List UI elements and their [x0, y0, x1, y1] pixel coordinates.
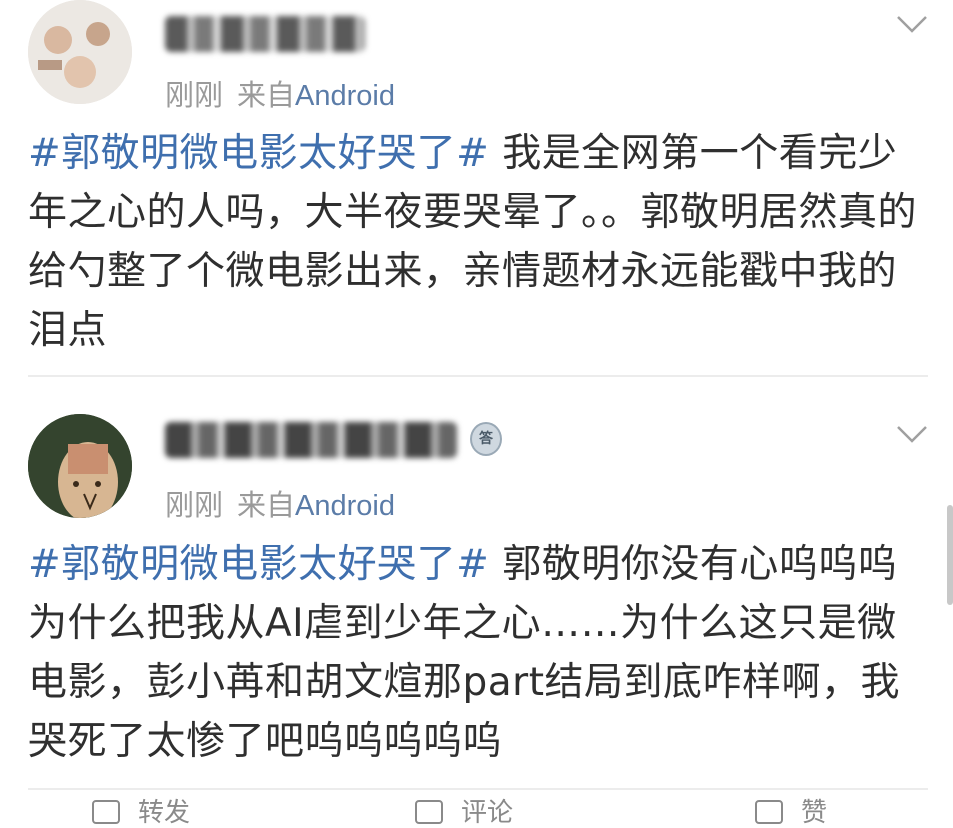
chevron-down-icon[interactable] [895, 12, 929, 36]
chevron-down-icon[interactable] [895, 422, 929, 446]
like-button[interactable]: 赞 [755, 800, 827, 826]
source-prefix: 来自 [237, 490, 296, 522]
comment-label: 评论 [461, 798, 514, 828]
divider [28, 375, 928, 377]
username-blurred[interactable] [165, 16, 365, 52]
timestamp: 刚刚 [165, 80, 224, 112]
hashtag-link[interactable]: #郭敬明微电影太好哭了# [28, 542, 489, 587]
source-link[interactable]: Android [295, 80, 395, 112]
post-text: #郭敬明微电影太好哭了# 我是全网第一个看完少年之心的人吗，大半夜要哭晕了。。郭… [28, 124, 928, 360]
verified-badge-icon: 答 [470, 422, 502, 456]
like-icon [755, 800, 783, 824]
comment-icon [415, 800, 443, 824]
user-avatar-icon [28, 0, 132, 104]
source-link[interactable]: Android [295, 490, 395, 522]
repost-label: 转发 [138, 798, 191, 828]
source-prefix: 来自 [237, 80, 296, 112]
repost-icon [92, 800, 120, 824]
avatar[interactable] [28, 414, 132, 518]
timestamp: 刚刚 [165, 490, 224, 522]
username-blurred[interactable] [165, 422, 457, 458]
avatar[interactable] [28, 0, 132, 104]
user-avatar-icon [28, 414, 132, 518]
comment-button[interactable]: 评论 [415, 800, 513, 826]
scrollbar[interactable] [947, 505, 953, 605]
post-text: #郭敬明微电影太好哭了# 郭敬明你没有心呜呜呜为什么把我从AI虐到少年之心……为… [28, 535, 928, 771]
action-bar: 转发 评论 赞 [0, 800, 953, 826]
post-meta: 刚刚 来自Android [165, 482, 395, 524]
like-label: 赞 [801, 798, 828, 828]
weibo-post: 答 刚刚 来自Android #郭敬明微电影太好哭了# 郭敬明你没有心呜呜呜为什么… [0, 400, 953, 795]
hashtag-link[interactable]: #郭敬明微电影太好哭了# [28, 131, 489, 176]
repost-button[interactable]: 转发 [92, 800, 190, 826]
post-meta: 刚刚 来自Android [165, 72, 395, 114]
divider [28, 788, 928, 790]
weibo-post: 刚刚 来自Android #郭敬明微电影太好哭了# 我是全网第一个看完少年之心的人… [0, 0, 953, 372]
